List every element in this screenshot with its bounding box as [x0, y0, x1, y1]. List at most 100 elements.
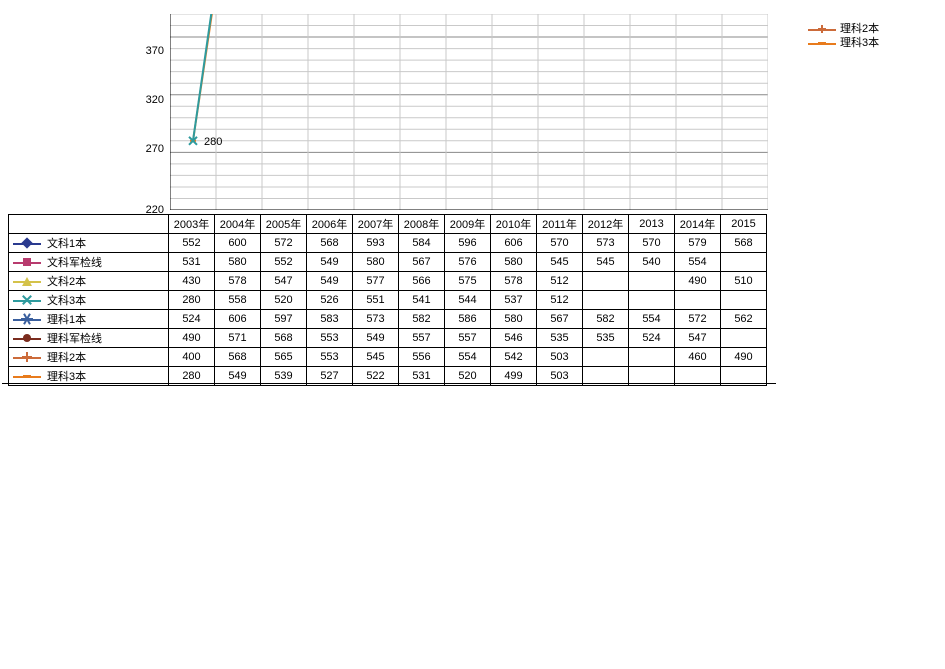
data-cell — [721, 329, 767, 348]
series-marker-icon — [13, 313, 41, 325]
table-row: 理科军检线49057156855354955755754653553552454… — [9, 329, 767, 348]
legend-swatch — [808, 38, 836, 48]
data-cell: 580 — [215, 253, 261, 272]
data-cell: 547 — [261, 272, 307, 291]
col-header: 2010年 — [491, 215, 537, 234]
data-cell: 520 — [261, 291, 307, 310]
data-cell: 490 — [169, 329, 215, 348]
col-header: 2003年 — [169, 215, 215, 234]
data-cell: 526 — [307, 291, 353, 310]
data-cell: 545 — [537, 253, 583, 272]
data-cell: 580 — [491, 310, 537, 329]
data-cell: 570 — [629, 234, 675, 253]
chart-plot-area: 280 — [170, 14, 768, 210]
series-row-header: 理科1本 — [9, 310, 169, 329]
chart-svg: 280 — [170, 14, 768, 210]
table-row: 文科2本430578547549577566575578512490510 — [9, 272, 767, 291]
data-cell: 537 — [491, 291, 537, 310]
table-row: 理科1本524606597583573582586580567582554572… — [9, 310, 767, 329]
data-cell — [629, 348, 675, 367]
data-cell: 568 — [721, 234, 767, 253]
data-cell: 586 — [445, 310, 491, 329]
data-cell: 549 — [307, 272, 353, 291]
data-cell — [675, 291, 721, 310]
data-cell: 510 — [721, 272, 767, 291]
data-cell: 573 — [353, 310, 399, 329]
series-row-header: 理科2本 — [9, 348, 169, 367]
data-cell: 547 — [675, 329, 721, 348]
legend-item-like2ben: 理科2本 — [808, 22, 879, 36]
y-tick: 270 — [146, 143, 164, 155]
data-cell — [583, 291, 629, 310]
data-cell: 535 — [583, 329, 629, 348]
series-row-header: 理科军检线 — [9, 329, 169, 348]
series-name: 文科1本 — [47, 235, 86, 251]
page-root: { "chart_data": { "type": "line", "title… — [0, 0, 945, 669]
data-cell: 584 — [399, 234, 445, 253]
data-cell: 552 — [169, 234, 215, 253]
bottom-border — [2, 383, 776, 384]
data-cell: 567 — [399, 253, 445, 272]
data-cell: 565 — [261, 348, 307, 367]
table-corner-cell — [9, 215, 169, 234]
point-label: 280 — [204, 136, 222, 148]
data-cell: 575 — [445, 272, 491, 291]
data-cell: 557 — [399, 329, 445, 348]
chart-data-table: 2003年 2004年 2005年 2006年 2007年 2008年 2009… — [8, 214, 767, 386]
data-cell: 579 — [675, 234, 721, 253]
data-cell: 512 — [537, 291, 583, 310]
data-cell: 557 — [445, 329, 491, 348]
series-name: 理科3本 — [47, 368, 86, 384]
data-cell: 573 — [583, 234, 629, 253]
legend-item-like3ben: 理科3本 — [808, 36, 879, 50]
data-cell: 571 — [215, 329, 261, 348]
data-cell: 541 — [399, 291, 445, 310]
table-row: 文科军检线53158055254958056757658054554554055… — [9, 253, 767, 272]
data-cell — [629, 291, 675, 310]
data-cell: 568 — [307, 234, 353, 253]
series-marker-icon — [13, 237, 41, 249]
data-cell: 549 — [353, 329, 399, 348]
plus-icon — [818, 25, 826, 33]
series-name: 文科军检线 — [47, 254, 102, 270]
data-cell: 549 — [307, 253, 353, 272]
data-cell: 578 — [491, 272, 537, 291]
col-header: 2011年 — [537, 215, 583, 234]
legend-swatch — [808, 24, 836, 34]
data-cell: 580 — [353, 253, 399, 272]
col-header: 2009年 — [445, 215, 491, 234]
data-cell: 545 — [353, 348, 399, 367]
col-header: 2013 — [629, 215, 675, 234]
table-row: 理科2本400568565553545556554542503460490 — [9, 348, 767, 367]
col-header: 2004年 — [215, 215, 261, 234]
data-cell — [721, 253, 767, 272]
data-cell: 430 — [169, 272, 215, 291]
data-cell: 556 — [399, 348, 445, 367]
series-name: 理科2本 — [47, 349, 86, 365]
data-cell: 546 — [491, 329, 537, 348]
data-cell: 490 — [721, 348, 767, 367]
data-cell: 531 — [169, 253, 215, 272]
data-cell: 552 — [261, 253, 307, 272]
table-row: 文科3本280558520526551541544537512 — [9, 291, 767, 310]
data-cell: 490 — [675, 272, 721, 291]
data-cell: 554 — [445, 348, 491, 367]
col-header: 2006年 — [307, 215, 353, 234]
col-header: 2015 — [721, 215, 767, 234]
data-cell: 545 — [583, 253, 629, 272]
data-cell — [629, 272, 675, 291]
series-name: 理科1本 — [47, 311, 86, 327]
dash-icon — [818, 42, 826, 44]
data-cell: 460 — [675, 348, 721, 367]
series-row-header: 文科1本 — [9, 234, 169, 253]
data-cell: 503 — [537, 348, 583, 367]
data-cell: 568 — [261, 329, 307, 348]
y-axis: 220 270 320 370 — [140, 14, 168, 210]
data-cell — [583, 348, 629, 367]
series-name: 理科军检线 — [47, 330, 102, 346]
data-cell: 582 — [399, 310, 445, 329]
data-cell: 582 — [583, 310, 629, 329]
data-cell: 593 — [353, 234, 399, 253]
series-marker-icon — [13, 351, 41, 363]
data-cell: 400 — [169, 348, 215, 367]
